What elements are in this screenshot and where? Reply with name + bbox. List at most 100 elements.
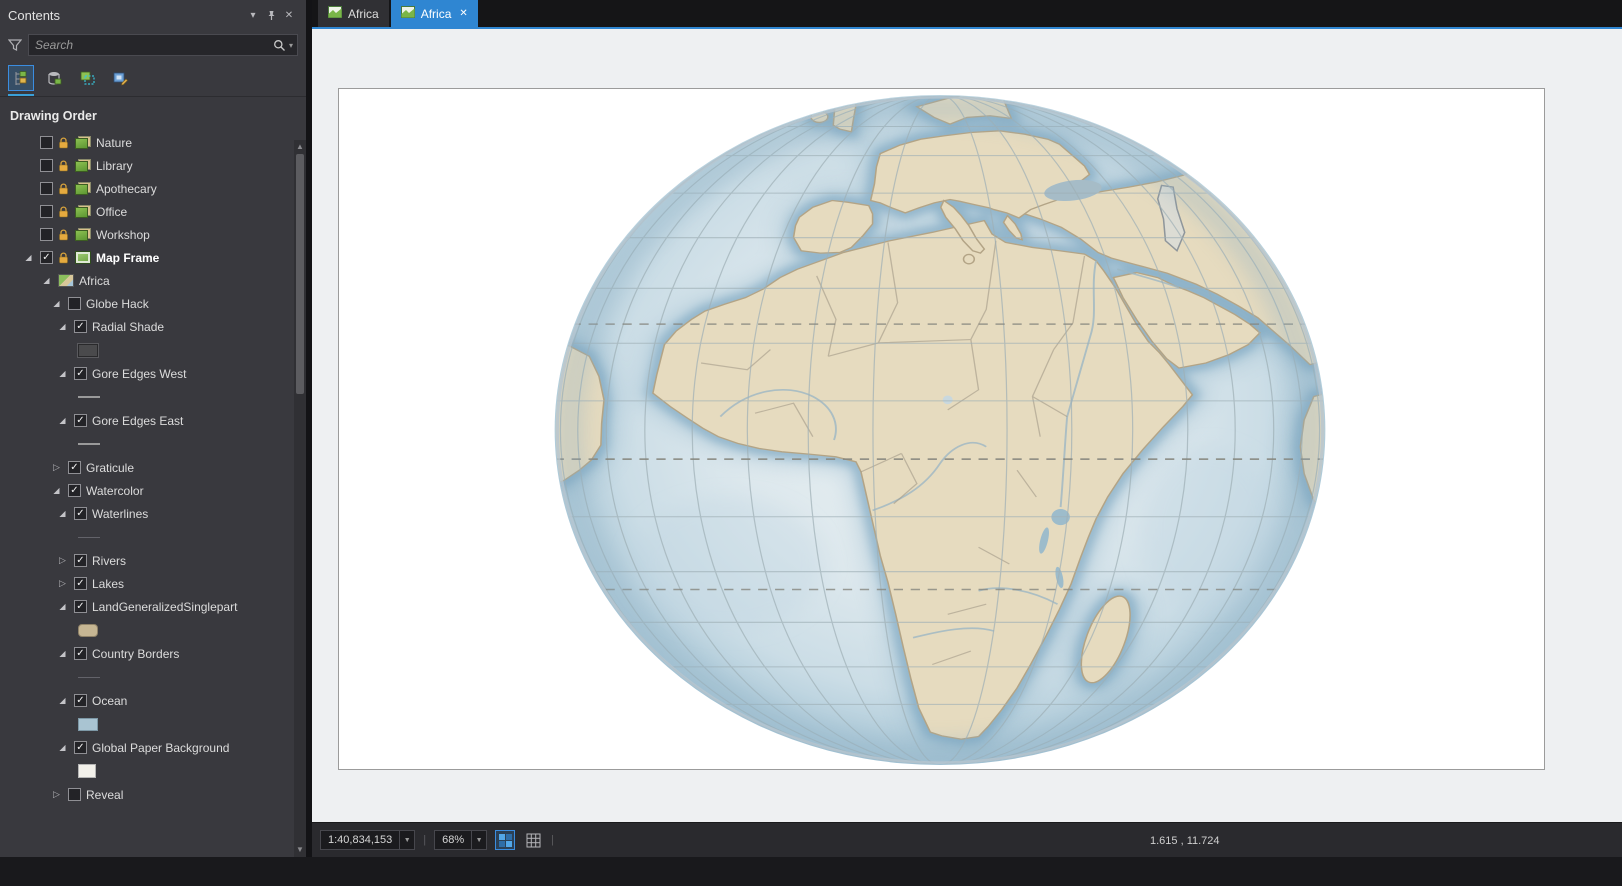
symbology-swatch[interactable] xyxy=(78,343,98,357)
layout-viewport[interactable] xyxy=(312,29,1622,822)
scroll-down-icon[interactable]: ▼ xyxy=(296,843,304,857)
layer-visibility-checkbox[interactable] xyxy=(40,136,53,149)
view-tab-africa-active[interactable]: Africa ✕ xyxy=(390,0,478,27)
layer-row-watercolor[interactable]: ◢ ✓ Watercolor xyxy=(0,479,292,502)
lock-icon xyxy=(58,159,70,172)
expand-icon[interactable]: ▷ xyxy=(50,462,63,473)
symbology-swatch[interactable] xyxy=(78,676,100,678)
layer-visibility-checkbox[interactable] xyxy=(68,297,81,310)
symbology-swatch[interactable] xyxy=(78,717,98,731)
layer-row-country-borders[interactable]: ◢ ✓ Country Borders xyxy=(0,642,292,665)
layer-row-office[interactable]: Office xyxy=(0,200,292,223)
layer-row-library[interactable]: Library xyxy=(0,154,292,177)
layer-visibility-checkbox[interactable]: ✓ xyxy=(68,484,81,497)
collapse-icon[interactable]: ◢ xyxy=(56,743,69,752)
pin-icon[interactable] xyxy=(262,6,280,24)
filter-funnel-icon[interactable] xyxy=(8,38,22,52)
symbology-swatch[interactable] xyxy=(78,536,100,538)
layer-row-workshop[interactable]: Workshop xyxy=(0,223,292,246)
zoom-caret-icon[interactable]: ▼ xyxy=(471,831,486,849)
collapse-icon[interactable]: ◢ xyxy=(22,253,35,262)
layer-row-rivers[interactable]: ▷ ✓ Rivers xyxy=(0,549,292,572)
layer-visibility-checkbox[interactable]: ✓ xyxy=(74,367,87,380)
search-icon[interactable] xyxy=(273,39,286,52)
layer-row-ocean[interactable]: ◢ ✓ Ocean xyxy=(0,689,292,712)
collapse-icon[interactable]: ◢ xyxy=(56,602,69,611)
layer-visibility-checkbox[interactable]: ✓ xyxy=(68,461,81,474)
zoom-combo[interactable]: 68% ▼ xyxy=(434,830,488,850)
layer-visibility-checkbox[interactable]: ✓ xyxy=(74,507,87,520)
symbology-swatch[interactable] xyxy=(78,764,96,778)
scroll-up-icon[interactable]: ▲ xyxy=(296,140,304,154)
list-by-drawing-order-button[interactable] xyxy=(8,65,34,96)
tab-label: Africa xyxy=(348,6,379,21)
collapse-icon[interactable]: ◢ xyxy=(56,369,69,378)
scrollbar-thumb[interactable] xyxy=(296,154,304,394)
layer-visibility-checkbox[interactable] xyxy=(40,182,53,195)
view-tab-africa[interactable]: Africa xyxy=(318,0,389,27)
panel-menu-chevron-icon[interactable]: ▾ xyxy=(244,6,262,24)
expand-icon[interactable]: ▷ xyxy=(50,789,63,800)
layer-row-africa[interactable]: ◢ Africa xyxy=(0,269,292,292)
contents-panel-header: Contents ▾ ✕ xyxy=(0,0,306,30)
layer-visibility-checkbox[interactable] xyxy=(40,228,53,241)
close-tab-icon[interactable]: ✕ xyxy=(459,8,467,19)
layer-visibility-checkbox[interactable] xyxy=(40,159,53,172)
layer-visibility-checkbox[interactable]: ✓ xyxy=(74,554,87,567)
layer-visibility-checkbox[interactable]: ✓ xyxy=(74,320,87,333)
collapse-icon[interactable]: ◢ xyxy=(40,276,53,285)
layer-row-nature[interactable]: Nature xyxy=(0,131,292,154)
list-by-editing-button[interactable] xyxy=(107,65,133,91)
layer-row-radial-shade[interactable]: ◢ ✓ Radial Shade xyxy=(0,315,292,338)
layer-row-gore-edges-east[interactable]: ◢ ✓ Gore Edges East xyxy=(0,409,292,432)
layer-visibility-checkbox[interactable]: ✓ xyxy=(74,694,87,707)
globe-map[interactable] xyxy=(339,89,1544,769)
list-by-data-source-button[interactable] xyxy=(41,65,67,91)
layer-visibility-checkbox[interactable] xyxy=(68,788,81,801)
layer-row-apothecary[interactable]: Apothecary xyxy=(0,177,292,200)
layer-row-gore-edges-west[interactable]: ◢ ✓ Gore Edges West xyxy=(0,362,292,385)
collapse-icon[interactable]: ◢ xyxy=(50,486,63,495)
layer-row-waterlines[interactable]: ◢ ✓ Waterlines xyxy=(0,502,292,525)
view-tab-bar: Africa Africa ✕ xyxy=(312,0,1622,27)
layer-row-graticule[interactable]: ▷ ✓ Graticule xyxy=(0,456,292,479)
panel-scrollbar[interactable]: ▲ ▼ xyxy=(294,140,306,857)
search-options-caret-icon[interactable]: ▾ xyxy=(289,41,293,50)
scale-caret-icon[interactable]: ▼ xyxy=(399,831,414,849)
layer-row-global-paper-background[interactable]: ◢ ✓ Global Paper Background xyxy=(0,736,292,759)
layer-visibility-checkbox[interactable]: ✓ xyxy=(74,414,87,427)
collapse-icon[interactable]: ◢ xyxy=(56,696,69,705)
layer-row-reveal[interactable]: ▷ Reveal xyxy=(0,783,292,806)
symbology-swatch[interactable] xyxy=(78,623,98,637)
layer-visibility-checkbox[interactable] xyxy=(40,205,53,218)
layer-visibility-checkbox[interactable]: ✓ xyxy=(40,251,53,264)
collapse-icon[interactable]: ◢ xyxy=(50,299,63,308)
layer-row-landgeneralizedsinglepart[interactable]: ◢ ✓ LandGeneralizedSinglepart xyxy=(0,595,292,618)
collapse-icon[interactable]: ◢ xyxy=(56,649,69,658)
main-area: Africa Africa ✕ 1:40,834,153 ▼ | 68% ▼ |… xyxy=(312,0,1622,857)
layer-visibility-checkbox[interactable]: ✓ xyxy=(74,600,87,613)
collapse-icon[interactable]: ◢ xyxy=(56,322,69,331)
snapping-toggle-icon[interactable] xyxy=(495,830,516,850)
expand-icon[interactable]: ▷ xyxy=(56,555,69,566)
grid-toggle-icon[interactable] xyxy=(523,830,543,850)
layer-row-lakes[interactable]: ▷ ✓ Lakes xyxy=(0,572,292,595)
symbology-swatch[interactable] xyxy=(78,443,100,445)
layer-label: Gore Edges West xyxy=(92,366,187,381)
layout-page[interactable] xyxy=(338,88,1545,770)
layer-row-map-frame[interactable]: ◢ ✓ Map Frame xyxy=(0,246,292,269)
search-input[interactable] xyxy=(35,38,273,52)
expand-icon[interactable]: ▷ xyxy=(56,578,69,589)
scale-combo[interactable]: 1:40,834,153 ▼ xyxy=(320,830,416,850)
close-panel-icon[interactable]: ✕ xyxy=(280,6,298,24)
layer-visibility-checkbox[interactable]: ✓ xyxy=(74,741,87,754)
symbology-swatch-row xyxy=(0,712,292,736)
layer-row-globe-hack[interactable]: ◢ Globe Hack xyxy=(0,292,292,315)
collapse-icon[interactable]: ◢ xyxy=(56,509,69,518)
collapse-icon[interactable]: ◢ xyxy=(56,416,69,425)
layer-visibility-checkbox[interactable]: ✓ xyxy=(74,577,87,590)
symbology-swatch[interactable] xyxy=(78,396,100,398)
list-by-selection-button[interactable] xyxy=(74,65,100,91)
frame-layer-icon xyxy=(75,251,91,264)
layer-visibility-checkbox[interactable]: ✓ xyxy=(74,647,87,660)
